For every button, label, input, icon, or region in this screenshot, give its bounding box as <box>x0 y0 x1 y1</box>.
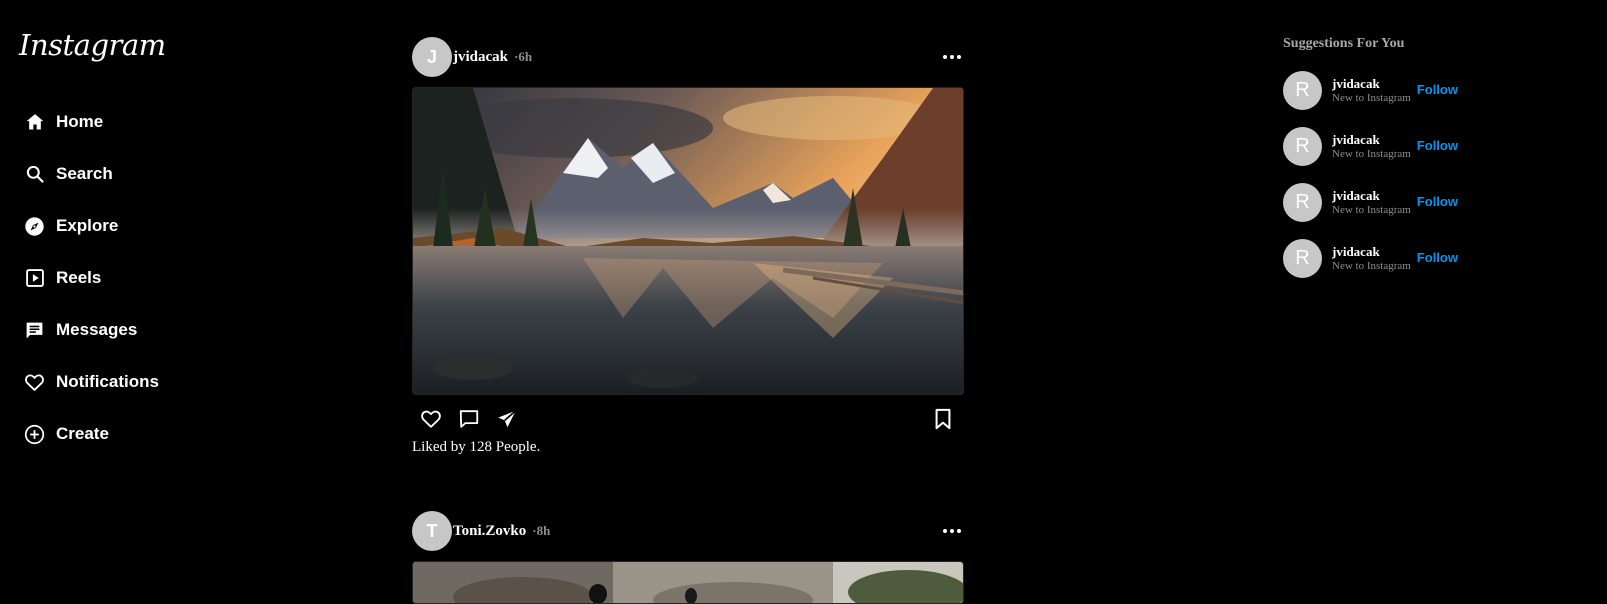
nav-item-home[interactable]: Home <box>24 96 159 148</box>
post-time: ·8h <box>532 523 551 538</box>
post-time: ·6h <box>514 49 533 64</box>
follow-button[interactable]: Follow <box>1417 82 1458 97</box>
suggestions-title: Suggestions For You <box>1283 36 1405 51</box>
nav-menu: Home Search Explore Reels Messages Notif… <box>24 96 159 460</box>
nav-item-create[interactable]: Create <box>24 408 159 460</box>
nav-label-create: Create <box>56 424 109 443</box>
post: T Toni.Zovko ·8h <box>412 511 964 604</box>
avatar[interactable]: T <box>412 511 452 551</box>
suggestion-info: jvidacak New to Instagram <box>1332 132 1411 161</box>
nav-label-reels: Reels <box>56 268 102 287</box>
post-header: J jvidacak ·6h <box>412 37 964 77</box>
avatar[interactable]: R <box>1283 238 1322 278</box>
post-header: T Toni.Zovko ·8h <box>412 511 964 551</box>
instagram-logo[interactable]: Instagram <box>19 28 166 62</box>
post-image-mountain-lake[interactable] <box>412 87 964 395</box>
nav-label-home: Home <box>56 112 104 131</box>
post-username[interactable]: Toni.Zovko <box>453 523 526 540</box>
share-icon[interactable] <box>495 407 519 431</box>
search-icon <box>24 164 45 185</box>
avatar[interactable]: R <box>1283 182 1322 222</box>
suggestion-item: R jvidacak New to Instagram Follow <box>1283 238 1543 278</box>
suggestions-panel: Suggestions For You R jvidacak New to In… <box>1283 36 1543 278</box>
suggestion-subtitle: New to Instagram <box>1332 203 1411 216</box>
nav-label-explore: Explore <box>56 216 119 235</box>
heart-icon <box>24 372 45 393</box>
home-icon <box>24 112 45 133</box>
bookmark-icon[interactable] <box>931 407 955 431</box>
follow-button[interactable]: Follow <box>1417 194 1458 209</box>
message-icon <box>24 320 45 341</box>
follow-button[interactable]: Follow <box>1417 250 1458 265</box>
more-options-icon[interactable] <box>940 519 964 543</box>
suggestion-username[interactable]: jvidacak <box>1332 76 1411 91</box>
nav-item-messages[interactable]: Messages <box>24 304 159 356</box>
nav-label-messages: Messages <box>56 320 138 339</box>
suggestion-info: jvidacak New to Instagram <box>1332 188 1411 217</box>
more-options-icon[interactable] <box>940 45 964 69</box>
suggestion-info: jvidacak New to Instagram <box>1332 76 1411 105</box>
suggestion-item: R jvidacak New to Instagram Follow <box>1283 70 1543 110</box>
avatar[interactable]: R <box>1283 70 1322 110</box>
suggestion-subtitle: New to Instagram <box>1332 91 1411 104</box>
nav-item-explore[interactable]: Explore <box>24 200 159 252</box>
suggestion-item: R jvidacak New to Instagram Follow <box>1283 126 1543 166</box>
follow-button[interactable]: Follow <box>1417 138 1458 153</box>
post-username[interactable]: jvidacak <box>453 49 508 66</box>
post-image-forest[interactable] <box>412 561 964 604</box>
nav-label-notifications: Notifications <box>56 372 159 391</box>
nav-item-reels[interactable]: Reels <box>24 252 159 304</box>
comment-icon[interactable] <box>457 407 481 431</box>
avatar[interactable]: R <box>1283 126 1322 166</box>
suggestion-username[interactable]: jvidacak <box>1332 188 1411 203</box>
suggestion-subtitle: New to Instagram <box>1332 259 1411 272</box>
sidebar: Instagram Home Search Explore Reels Mess… <box>0 0 260 604</box>
nav-item-notifications[interactable]: Notifications <box>24 356 159 408</box>
likes-count: Liked by 128 People. <box>412 439 541 455</box>
suggestion-username[interactable]: jvidacak <box>1332 132 1411 147</box>
reels-icon <box>24 268 45 289</box>
suggestion-subtitle: New to Instagram <box>1332 147 1411 160</box>
compass-icon <box>24 216 45 237</box>
suggestion-username[interactable]: jvidacak <box>1332 244 1411 259</box>
post: J jvidacak ·6h Liked by 128 People. <box>412 37 964 456</box>
suggestion-item: R jvidacak New to Instagram Follow <box>1283 182 1543 222</box>
heart-icon[interactable] <box>419 407 443 431</box>
plus-circle-icon <box>24 424 45 445</box>
nav-label-search: Search <box>56 164 113 183</box>
avatar[interactable]: J <box>412 37 452 77</box>
post-actions <box>412 395 964 441</box>
suggestion-info: jvidacak New to Instagram <box>1332 244 1411 273</box>
nav-item-search[interactable]: Search <box>24 148 159 200</box>
